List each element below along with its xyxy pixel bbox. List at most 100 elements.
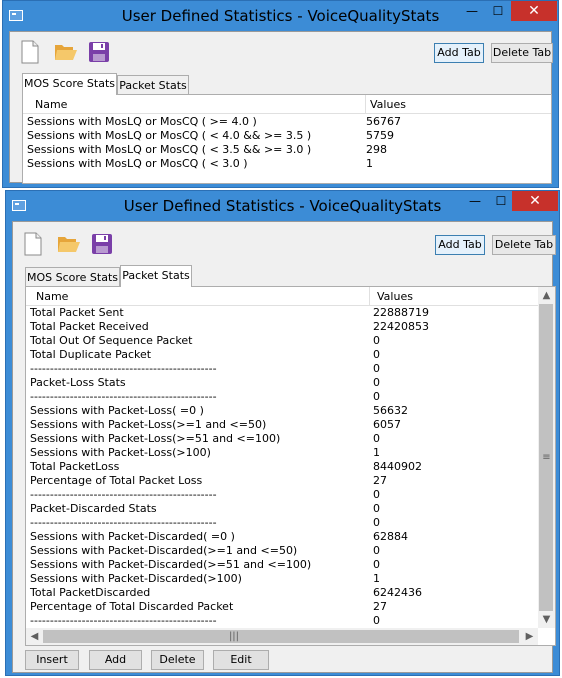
row-value: 0 — [373, 502, 380, 515]
grip-icon: ≡ — [542, 452, 551, 463]
scroll-right-icon[interactable]: ▶ — [521, 628, 538, 645]
window-mos: User Defined Statistics - VoiceQualitySt… — [2, 0, 559, 188]
row-value: 0 — [373, 362, 380, 375]
new-file-icon[interactable] — [20, 40, 42, 64]
table-row[interactable]: ----------------------------------------… — [26, 516, 538, 530]
window-client: Add Tab Delete Tab MOS Score Stats Packe… — [9, 31, 553, 184]
table-row[interactable]: Total Packet Sent 22888719 — [26, 306, 538, 320]
table-row[interactable]: Sessions with Packet-Loss( =0 ) 56632 — [26, 404, 538, 418]
row-value: 1 — [373, 572, 380, 585]
table-row[interactable]: Packet-Loss Stats 0 — [26, 376, 538, 390]
table-row[interactable]: ----------------------------------------… — [26, 488, 538, 502]
table-row[interactable]: Total Out Of Sequence Packet 0 — [26, 334, 538, 348]
row-name: Sessions with Packet-Loss( =0 ) — [30, 404, 204, 417]
delete-tab-button[interactable]: Delete Tab — [491, 43, 553, 63]
mos-table: Name Values Sessions with MosLQ or MosCQ… — [22, 94, 552, 184]
row-name: Total Out Of Sequence Packet — [30, 334, 193, 347]
table-row[interactable]: Sessions with Packet-Loss(>100) 1 — [26, 446, 538, 460]
row-value: 56632 — [373, 404, 408, 417]
column-separator[interactable] — [365, 95, 366, 113]
tab-mos-score-stats[interactable]: MOS Score Stats — [25, 267, 120, 287]
row-name: Sessions with Packet-Loss(>=51 and <=100… — [30, 432, 281, 445]
row-name: Packet-Loss Stats — [30, 376, 126, 389]
save-disk-icon[interactable] — [88, 41, 110, 65]
row-value: 0 — [373, 516, 380, 529]
table-row[interactable]: Sessions with Packet-Discarded(>100) 1 — [26, 572, 538, 586]
tab-packet-stats[interactable]: Packet Stats — [120, 265, 192, 287]
horizontal-scrollbar[interactable]: ◀ ||| ▶ — [26, 628, 538, 645]
delete-button[interactable]: Delete — [151, 650, 204, 670]
table-row[interactable]: ----------------------------------------… — [26, 362, 538, 376]
row-name: ----------------------------------------… — [30, 614, 217, 627]
maximize-button[interactable]: ☐ — [487, 191, 515, 211]
horizontal-scroll-thumb[interactable] — [43, 630, 519, 643]
open-folder-icon[interactable] — [57, 234, 83, 258]
column-values-header[interactable]: Values — [377, 290, 413, 303]
new-file-icon[interactable] — [23, 232, 45, 256]
title-bar[interactable]: User Defined Statistics - VoiceQualitySt… — [6, 191, 559, 221]
scroll-up-icon[interactable]: ▲ — [538, 287, 555, 304]
edit-button[interactable]: Edit — [213, 650, 269, 670]
minimize-button[interactable]: — — [461, 191, 489, 211]
table-row[interactable]: Total Packet Received 22420853 — [26, 320, 538, 334]
row-name: ----------------------------------------… — [30, 390, 217, 403]
table-row[interactable]: Percentage of Total Discarded Packet 27 — [26, 600, 538, 614]
table-row[interactable]: Sessions with Packet-Discarded(>=51 and … — [26, 558, 538, 572]
tab-mos-score-stats[interactable]: MOS Score Stats — [22, 73, 117, 95]
tab-packet-stats[interactable]: Packet Stats — [117, 75, 189, 95]
row-name: Sessions with Packet-Loss(>100) — [30, 446, 211, 459]
column-separator[interactable] — [369, 287, 370, 305]
row-name: Sessions with Packet-Discarded(>=51 and … — [30, 558, 312, 571]
scroll-down-icon[interactable]: ▼ — [538, 611, 555, 628]
close-button[interactable]: ✕ — [511, 1, 557, 21]
row-value: 22420853 — [373, 320, 429, 333]
insert-button[interactable]: Insert — [25, 650, 79, 670]
table-row[interactable]: Sessions with Packet-Discarded( =0 ) 6288… — [26, 530, 538, 544]
table-row[interactable]: Total PacketLoss 8440902 — [26, 460, 538, 474]
row-value: 62884 — [373, 530, 408, 543]
table-row[interactable]: Total Duplicate Packet 0 — [26, 348, 538, 362]
vertical-scrollbar[interactable]: ▲ ≡ ▼ — [538, 287, 555, 628]
row-value: 0 — [373, 544, 380, 557]
close-button[interactable]: ✕ — [512, 191, 558, 211]
table-row[interactable]: Sessions with Packet-Discarded(>=1 and <… — [26, 544, 538, 558]
row-value: 0 — [373, 488, 380, 501]
row-value: 6242436 — [373, 586, 422, 599]
table-row[interactable]: Sessions with MosLQ or MosCQ ( < 3.0 ) 1 — [23, 157, 553, 171]
column-name-header[interactable]: Name — [35, 98, 67, 111]
maximize-button[interactable]: ☐ — [484, 1, 512, 21]
title-bar[interactable]: User Defined Statistics - VoiceQualitySt… — [3, 1, 558, 31]
save-disk-icon[interactable] — [91, 233, 113, 257]
delete-tab-button[interactable]: Delete Tab — [492, 235, 556, 255]
row-name: Total Packet Received — [30, 320, 149, 333]
open-folder-icon[interactable] — [54, 42, 80, 66]
row-name: Sessions with Packet-Discarded(>100) — [30, 572, 242, 585]
row-name: Packet-Discarded Stats — [30, 502, 157, 515]
table-row[interactable]: Sessions with Packet-Loss(>=51 and <=100… — [26, 432, 538, 446]
table-row[interactable]: Sessions with MosLQ or MosCQ ( < 3.5 && … — [23, 143, 553, 157]
table-row[interactable]: ----------------------------------------… — [26, 390, 538, 404]
column-values-header[interactable]: Values — [370, 98, 406, 111]
add-button[interactable]: Add — [89, 650, 142, 670]
table-row[interactable]: Packet-Discarded Stats 0 — [26, 502, 538, 516]
table-row[interactable]: Sessions with MosLQ or MosCQ ( < 4.0 && … — [23, 129, 553, 143]
table-row[interactable]: Percentage of Total Packet Loss 27 — [26, 474, 538, 488]
window-packet: User Defined Statistics - VoiceQualitySt… — [5, 190, 560, 676]
scroll-left-icon[interactable]: ◀ — [26, 628, 43, 645]
row-name: ----------------------------------------… — [30, 362, 217, 375]
row-value: 5759 — [366, 129, 394, 142]
row-name: Sessions with MosLQ or MosCQ ( < 3.5 && … — [27, 143, 312, 156]
row-value: 0 — [373, 432, 380, 445]
table-row[interactable]: Total PacketDiscarded 6242436 — [26, 586, 538, 600]
minimize-button[interactable]: — — [458, 1, 486, 21]
add-tab-button[interactable]: Add Tab — [434, 43, 484, 63]
table-row[interactable]: Sessions with MosLQ or MosCQ ( >= 4.0 ) 5… — [23, 115, 553, 129]
row-value: 8440902 — [373, 460, 422, 473]
table-row[interactable]: Sessions with Packet-Loss(>=1 and <=50) 6… — [26, 418, 538, 432]
row-value: 1 — [373, 446, 380, 459]
table-header: Name Values — [26, 287, 555, 306]
table-row[interactable]: ----------------------------------------… — [26, 614, 538, 628]
row-name: ----------------------------------------… — [30, 516, 217, 529]
column-name-header[interactable]: Name — [36, 290, 68, 303]
add-tab-button[interactable]: Add Tab — [435, 235, 485, 255]
